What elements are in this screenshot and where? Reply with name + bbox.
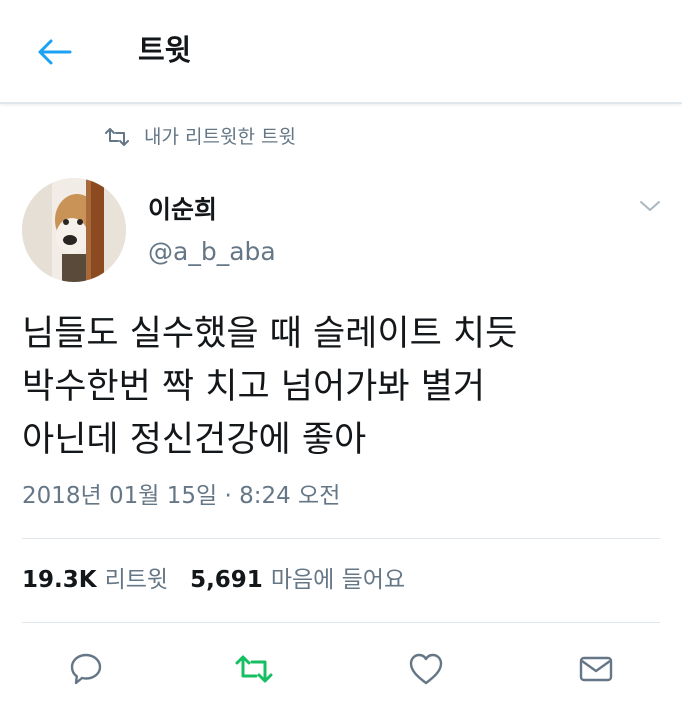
retweet-context: 내가 리트윗한 트윗 xyxy=(104,124,296,150)
top-header: 트윗 xyxy=(0,0,682,104)
like-button[interactable] xyxy=(402,645,450,693)
tweet-actions xyxy=(0,645,682,695)
page-title: 트윗 xyxy=(138,33,192,67)
author-handle[interactable]: @a_b_aba xyxy=(148,236,276,268)
retweet-context-label: 내가 리트윗한 트윗 xyxy=(144,126,296,148)
like-count-label[interactable]: 마음에 들어요 xyxy=(271,564,405,596)
author-display-name[interactable]: 이순희 xyxy=(148,194,217,226)
tweet-text: 님들도 실수했을 때 슬레이트 치듯 박수한번 짝 치고 넘어가봐 별거 아닌데… xyxy=(22,308,662,467)
retweet-count[interactable]: 19.3K xyxy=(22,564,97,596)
retweet-icon xyxy=(104,127,130,147)
reply-icon xyxy=(70,653,102,685)
tweet-stats: 19.3K 리트윗 5,691 마음에 들어요 xyxy=(22,564,405,596)
avatar[interactable] xyxy=(22,178,126,282)
envelope-icon xyxy=(579,656,613,682)
tweet-text-line: 님들도 실수했을 때 슬레이트 치듯 xyxy=(22,314,518,354)
retweet-count-label[interactable]: 리트윗 xyxy=(105,564,168,596)
message-button[interactable] xyxy=(572,645,620,693)
chevron-down-icon xyxy=(640,201,660,211)
arrow-left-icon xyxy=(38,39,72,65)
reply-button[interactable] xyxy=(62,645,110,693)
tweet-text-line: 박수한번 짝 치고 넘어가봐 별거 xyxy=(22,367,486,407)
divider xyxy=(22,538,660,539)
tweet-timestamp[interactable]: 2018년 01월 15일 · 8:24 오전 xyxy=(22,480,340,512)
retweet-icon xyxy=(235,655,273,683)
back-button[interactable] xyxy=(32,30,76,74)
tweet-options-button[interactable] xyxy=(636,196,664,216)
divider xyxy=(22,622,660,623)
heart-icon xyxy=(409,653,443,685)
retweet-button[interactable] xyxy=(230,645,278,693)
tweet-text-line: 아닌데 정신건강에 좋아 xyxy=(22,420,367,460)
like-count[interactable]: 5,691 xyxy=(190,564,263,596)
